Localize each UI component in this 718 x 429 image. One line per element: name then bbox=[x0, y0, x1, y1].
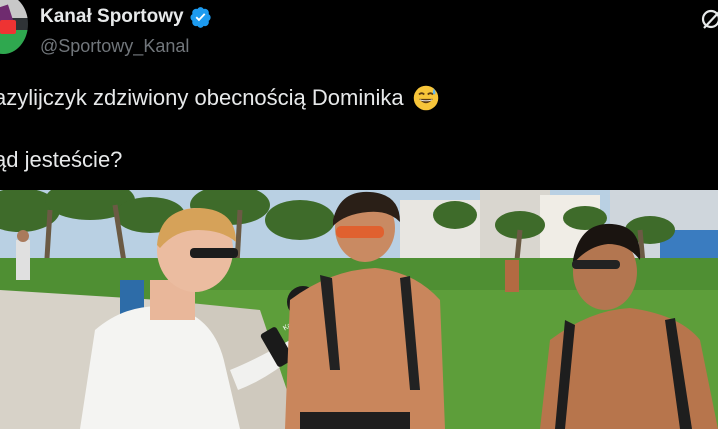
grok-icon[interactable] bbox=[700, 6, 718, 32]
grinning-sweat-emoji-icon bbox=[413, 85, 438, 111]
author-display-name[interactable]: Kanał Sportowy bbox=[40, 6, 184, 28]
tweet-media-image[interactable]: Kanał bbox=[0, 190, 718, 429]
author-handle[interactable]: @Sportowy_Kanal bbox=[40, 36, 189, 57]
avatar[interactable] bbox=[0, 0, 28, 54]
verified-badge-icon[interactable] bbox=[190, 6, 212, 28]
tweet-text-line: azylijczyk zdziwiony obecnością Dominika bbox=[0, 84, 440, 112]
tweet-text: ąd jesteście? bbox=[0, 147, 123, 172]
avatar-segment bbox=[0, 20, 16, 34]
author-name-row: Kanał Sportowy bbox=[40, 6, 212, 28]
tweet-text: azylijczyk zdziwiony obecnością Dominika bbox=[0, 85, 404, 110]
